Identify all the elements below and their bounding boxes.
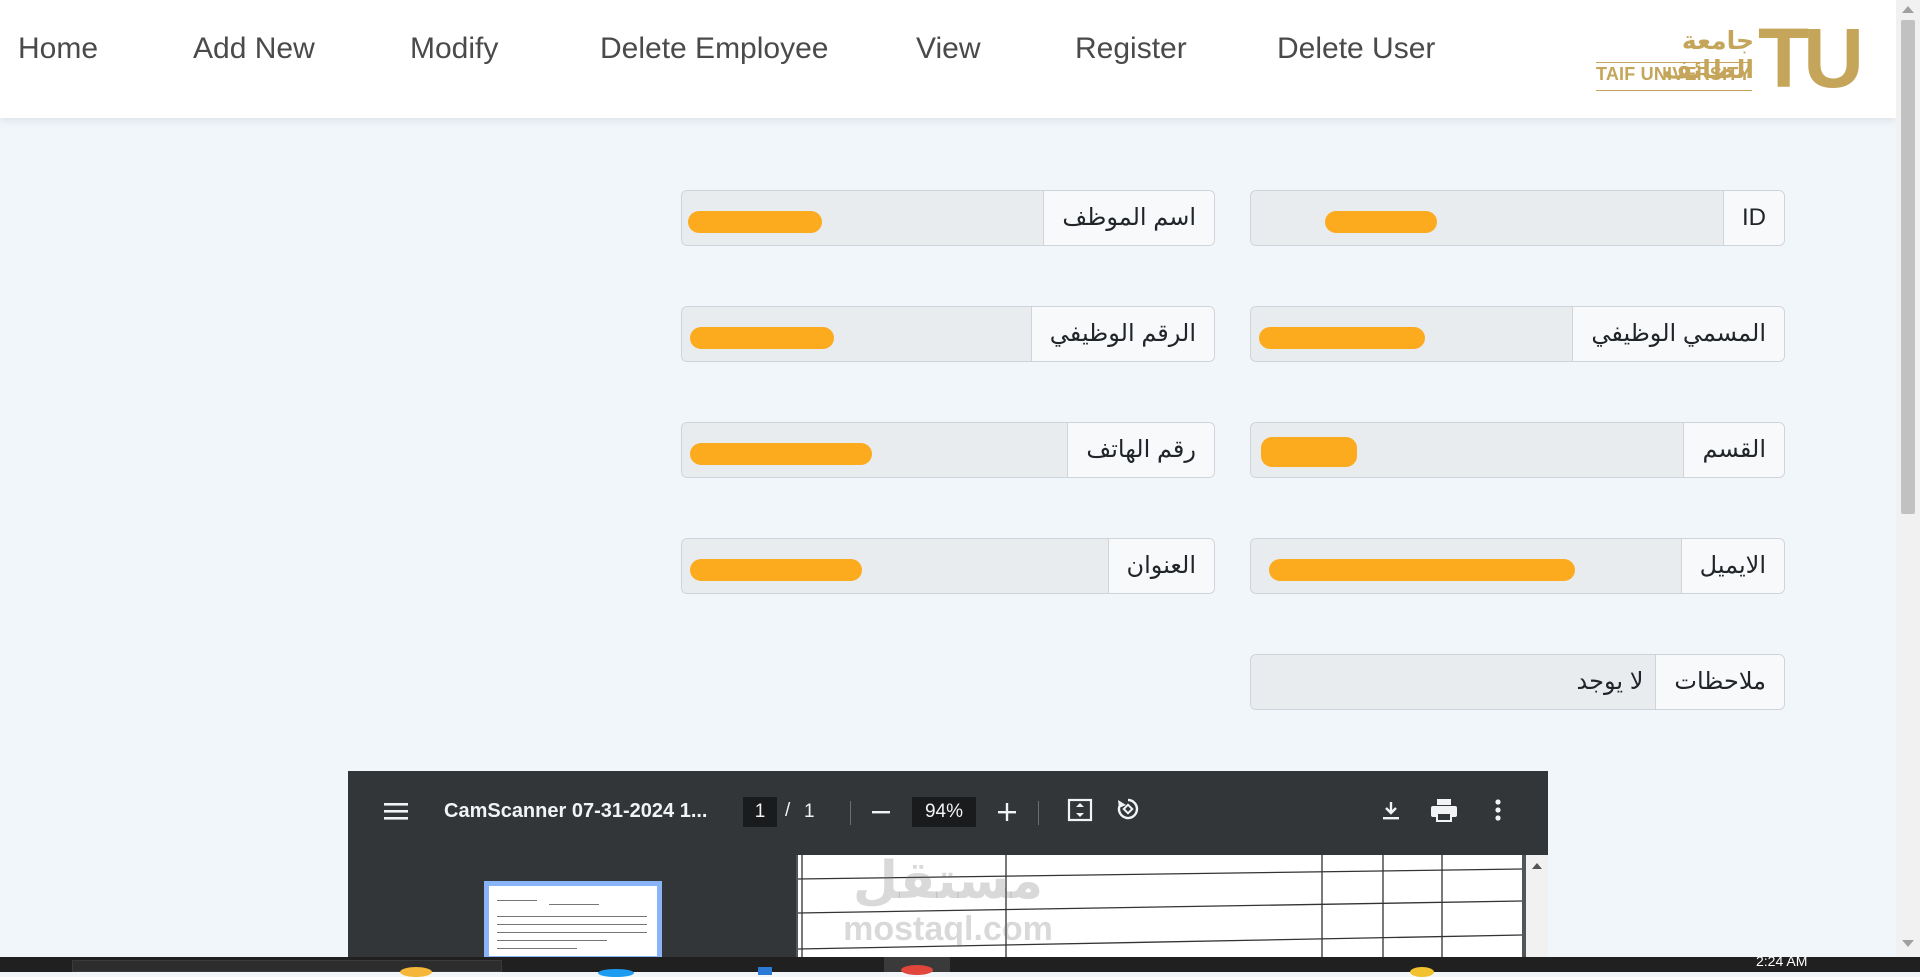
phone-input[interactable]: [682, 423, 1068, 477]
email-input[interactable]: [1251, 539, 1681, 593]
plus-icon[interactable]: [989, 795, 1025, 831]
page-total: 1: [804, 801, 815, 822]
top-navbar: Home Add New Modify Delete Employee View…: [0, 0, 1896, 118]
thumbnail-text-line: [497, 932, 647, 933]
pdf-viewer: CamScanner 07-31-2024 1... 1 / 1 94% مست…: [348, 771, 1548, 957]
field-email: الايميل: [1250, 538, 1785, 594]
nav-register[interactable]: Register: [1075, 32, 1187, 66]
redaction-mark: [1325, 211, 1437, 233]
nav-add-new[interactable]: Add New: [193, 32, 315, 66]
field-label: المسمي الوظيفي: [1572, 307, 1784, 361]
chrome-icon: [901, 965, 933, 975]
field-department: القسم: [1250, 422, 1785, 478]
department-input[interactable]: [1251, 423, 1684, 477]
page-scrollbar[interactable]: [1896, 0, 1920, 957]
field-label: ملاحظات: [1655, 655, 1784, 709]
redaction-mark: [690, 559, 862, 581]
zoom-level[interactable]: 94%: [912, 797, 976, 827]
more-vertical-icon[interactable]: [1480, 795, 1516, 831]
thumbnail-text-line: [497, 900, 537, 901]
nav-modify[interactable]: Modify: [410, 32, 498, 66]
rotate-icon[interactable]: [1110, 795, 1146, 831]
redaction-mark: [1269, 559, 1575, 581]
field-label: القسم: [1683, 423, 1784, 477]
thumbnail-text-line: [497, 940, 607, 941]
redaction-mark: [690, 327, 834, 349]
logo-rule-bottom: [1596, 90, 1752, 91]
logo-english-text: TAIF UNIVERSITY: [1596, 64, 1751, 84]
thumbnail-text-line: [497, 948, 577, 949]
minus-icon[interactable]: [863, 795, 899, 831]
redaction-mark: [690, 443, 872, 465]
id-input[interactable]: [1251, 191, 1723, 245]
nav-delete-employee[interactable]: Delete Employee: [600, 32, 828, 66]
field-job-title: المسمي الوظيفي: [1250, 306, 1785, 362]
watermark-arabic: مستقل: [852, 852, 1044, 910]
os-taskbar: 2:24 AM: [0, 953, 1920, 977]
field-notes: ملاحظات لا يوجد: [1250, 654, 1785, 710]
pdf-scroll-up-icon[interactable]: [1532, 863, 1542, 869]
taskbar-app-icon[interactable]: [758, 967, 772, 975]
pdf-scrollbar[interactable]: [1526, 855, 1548, 957]
taif-university-logo: جامعة الطائف TAIF UNIVERSITY TU: [1594, 16, 1866, 100]
page-thumbnail[interactable]: [484, 881, 662, 957]
watermark-url: mostaql.com: [843, 910, 1053, 948]
field-phone: رقم الهاتف: [681, 422, 1215, 478]
nav-view[interactable]: View: [916, 32, 980, 66]
employee-number-input[interactable]: [682, 307, 1031, 361]
redaction-mark: [1259, 327, 1425, 349]
employee-name-input[interactable]: [682, 191, 1044, 245]
nav-delete-user[interactable]: Delete User: [1277, 32, 1435, 66]
tray-icon[interactable]: [1410, 967, 1434, 977]
thumbnail-text-line: [497, 924, 647, 925]
job-title-input[interactable]: [1251, 307, 1573, 361]
field-label: اسم الموظف: [1043, 191, 1214, 245]
field-id: ID: [1250, 190, 1785, 246]
menu-icon[interactable]: [378, 795, 414, 831]
thumbnail-text-line: [497, 916, 647, 917]
field-address: العنوان: [681, 538, 1215, 594]
print-icon[interactable]: [1426, 795, 1462, 831]
scroll-down-arrow-icon[interactable]: [1902, 940, 1914, 947]
taskbar-app-icon[interactable]: [598, 969, 634, 977]
field-label: الرقم الوظيفي: [1030, 307, 1214, 361]
page-number-input[interactable]: 1: [743, 797, 777, 827]
logo-mark: TU: [1758, 11, 1864, 105]
field-label: ID: [1723, 191, 1784, 245]
toolbar-divider: [1038, 801, 1039, 825]
taskbar-active-app[interactable]: [884, 957, 950, 975]
field-label: الايميل: [1680, 539, 1784, 593]
pdf-file-title: CamScanner 07-31-2024 1...: [444, 800, 708, 822]
notes-input[interactable]: لا يوجد: [1251, 655, 1656, 709]
pdf-toolbar: CamScanner 07-31-2024 1... 1 / 1 94%: [348, 771, 1548, 855]
field-employee-number: الرقم الوظيفي: [681, 306, 1215, 362]
field-employee-name: اسم الموظف: [681, 190, 1215, 246]
toolbar-divider: [850, 801, 851, 825]
download-icon[interactable]: [1373, 795, 1409, 831]
logo-rule-top: [1596, 62, 1752, 63]
field-label: العنوان: [1107, 539, 1214, 593]
redaction-mark: [688, 211, 822, 233]
scroll-thumb[interactable]: [1901, 20, 1915, 514]
address-input[interactable]: [682, 539, 1108, 593]
taskbar-app-icon[interactable]: [400, 967, 432, 977]
field-label: رقم الهاتف: [1067, 423, 1214, 477]
redaction-mark: [1261, 437, 1357, 467]
nav-home[interactable]: Home: [18, 32, 98, 66]
thumbnail-text-line: [549, 904, 599, 905]
taskbar-clock[interactable]: 2:24 AM: [1756, 953, 1807, 969]
page-separator: /: [785, 800, 791, 821]
fit-page-icon[interactable]: [1062, 795, 1098, 831]
watermark: مستقل mostaql.com: [748, 851, 1148, 947]
scroll-up-arrow-icon[interactable]: [1902, 6, 1914, 13]
taskbar-search[interactable]: [72, 960, 502, 972]
